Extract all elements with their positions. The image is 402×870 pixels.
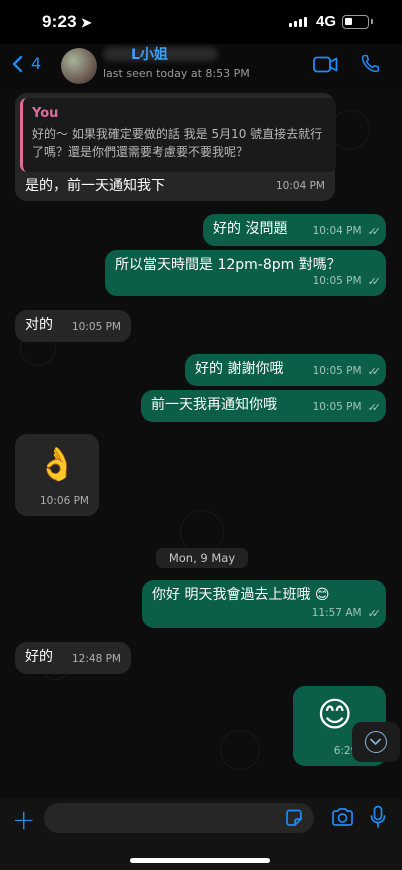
message-bubble-incoming[interactable]: 👌 10:06 PM	[15, 434, 99, 516]
message-time: 10:04 PM ✓✓	[313, 222, 382, 241]
avatar[interactable]	[61, 48, 97, 84]
read-receipt-icon: ✓✓	[367, 401, 382, 414]
unread-count: 4	[31, 54, 42, 73]
cellular-signal-icon	[289, 17, 307, 27]
scroll-to-bottom-button[interactable]	[352, 722, 400, 762]
location-arrow-icon: ➤	[80, 15, 92, 30]
message-time: 10:05 PM ✓✓	[313, 272, 382, 291]
sticker-icon[interactable]	[284, 808, 304, 828]
message-list[interactable]: You 好的～ 如果我確定要做的話 我是 5月10 號直接去就行 了嗎？還是你們…	[0, 90, 402, 798]
message-input[interactable]	[44, 803, 314, 833]
chevron-down-icon	[365, 731, 387, 753]
message-bubble-outgoing[interactable]: 好的 謝謝你哦 10:05 PM ✓✓	[185, 354, 386, 386]
message-time: 10:06 PM	[40, 495, 89, 507]
read-receipt-icon: ✓✓	[367, 607, 382, 620]
clock: 9:23 ➤	[42, 12, 92, 31]
quoted-message[interactable]: You 好的～ 如果我確定要做的話 我是 5月10 號直接去就行 了嗎？還是你們…	[20, 98, 336, 172]
camera-icon[interactable]	[331, 807, 354, 827]
message-bubble-outgoing[interactable]: 所以當天時間是 12pm-8pm 對嗎？ 10:05 PM ✓✓	[105, 250, 386, 296]
read-receipt-icon: ✓✓	[367, 275, 382, 288]
voice-call-icon[interactable]	[360, 53, 381, 74]
message-bubble-incoming[interactable]: You 好的～ 如果我確定要做的話 我是 5月10 號直接去就行 了嗎？還是你們…	[15, 93, 336, 201]
message-bubble-outgoing[interactable]: 前一天我再通知你哦 10:05 PM ✓✓	[141, 390, 386, 422]
back-button[interactable]: 4	[12, 54, 41, 73]
message-time: 10:05 PM ✓✓	[313, 398, 382, 417]
battery-icon	[342, 15, 373, 29]
wallpaper-doodle	[220, 730, 260, 770]
video-call-icon[interactable]	[313, 56, 338, 73]
quote-text: 好的～ 如果我確定要做的話 我是 5月10 號直接去就行 了嗎？還是你們還需要考…	[32, 127, 323, 159]
network-type: 4G	[316, 13, 337, 30]
message-time: 11:57 AM ✓✓	[312, 604, 382, 623]
chevron-left-icon	[12, 55, 23, 72]
message-text: 是的，前一天通知我下	[25, 178, 165, 194]
message-time: 10:04 PM	[276, 180, 325, 192]
microphone-icon[interactable]	[369, 805, 387, 829]
chat-header: 4 L小姐 last seen today at 8:53 PM	[0, 44, 402, 90]
message-bubble-incoming[interactable]: 对的 10:05 PM	[15, 310, 131, 342]
wallpaper-doodle	[330, 110, 370, 150]
home-indicator	[130, 858, 270, 863]
contact-name[interactable]: L小姐	[131, 44, 168, 64]
ok-hand-emoji: 👌	[37, 445, 77, 483]
read-receipt-icon: ✓✓	[367, 365, 382, 378]
message-text: 你好 明天我會過去上班哦 😊	[152, 587, 330, 603]
status-bar: 9:23 ➤ 4G	[0, 0, 402, 44]
last-seen-status: last seen today at 8:53 PM	[103, 67, 250, 80]
message-time: 10:05 PM	[72, 321, 121, 333]
quote-author: You	[32, 106, 59, 121]
read-receipt-icon: ✓✓	[367, 225, 382, 238]
message-time: 10:05 PM ✓✓	[313, 362, 382, 381]
battery-level	[345, 18, 352, 25]
attach-plus-button[interactable]: +	[12, 806, 35, 834]
date-divider: Mon, 9 May	[156, 548, 248, 568]
message-time: 12:48 PM	[72, 653, 121, 665]
message-bubble-outgoing[interactable]: 好的 沒問題 10:04 PM ✓✓	[203, 214, 386, 246]
message-bubble-incoming[interactable]: 好的 12:48 PM	[15, 642, 131, 674]
smiling-face-emoji: 😊	[317, 695, 353, 735]
message-bubble-outgoing[interactable]: 你好 明天我會過去上班哦 😊 11:57 AM ✓✓	[142, 580, 386, 628]
